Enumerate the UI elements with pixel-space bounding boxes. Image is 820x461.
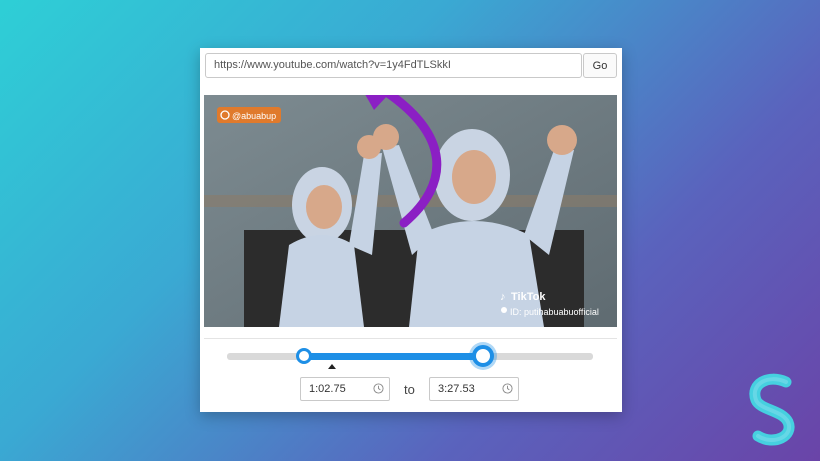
- video-frame: @abuabup ♪ TikTok ID: putihabuabuofficia…: [204, 95, 617, 327]
- url-input[interactable]: [205, 53, 582, 78]
- tiktok-note-icon: ♪: [500, 291, 506, 303]
- playhead-marker: [328, 364, 336, 369]
- range-selection: [303, 353, 484, 360]
- range-end-handle[interactable]: [472, 345, 495, 367]
- range-separator: to: [404, 382, 415, 397]
- trim-controls: to: [204, 338, 617, 411]
- start-time-input[interactable]: [301, 378, 379, 400]
- clock-icon: [373, 383, 384, 394]
- tiktok-id: ID: putihabuabuofficial: [510, 307, 599, 317]
- end-time-field[interactable]: [429, 377, 519, 401]
- s-logo-icon: [749, 373, 795, 446]
- start-time-field[interactable]: [300, 377, 390, 401]
- tiktok-label: TikTok: [511, 291, 546, 303]
- range-start-handle[interactable]: [295, 348, 312, 364]
- end-time-input[interactable]: [430, 378, 508, 400]
- go-button[interactable]: Go: [583, 53, 617, 78]
- clock-icon: [502, 383, 513, 394]
- video-preview[interactable]: @abuabup ♪ TikTok ID: putihabuabuofficia…: [204, 95, 617, 327]
- clip-editor-panel: Go: [200, 48, 622, 412]
- instagram-handle: @abuabup: [232, 111, 276, 121]
- user-icon: [501, 307, 507, 313]
